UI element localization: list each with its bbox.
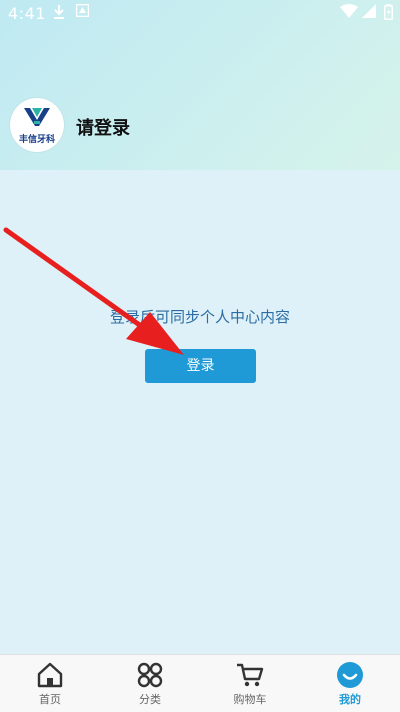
tab-home[interactable]: 首页	[0, 655, 100, 712]
download-icon	[54, 5, 64, 19]
tab-mine-label: 我的	[339, 693, 361, 706]
tab-cart-label: 购物车	[233, 693, 267, 706]
status-bar: 4:41	[0, 0, 400, 26]
status-time: 4:41	[8, 4, 46, 23]
tab-category-label: 分类	[139, 693, 161, 706]
avatar[interactable]: 丰信牙科	[10, 98, 64, 152]
category-icon	[137, 662, 163, 688]
cart-icon	[237, 663, 264, 687]
brand-logo-text: 丰信牙科	[18, 135, 55, 145]
battery-icon	[384, 4, 393, 20]
bottom-tab-bar: 首页 分类 购物车 我的	[0, 654, 400, 712]
profile-title[interactable]: 请登录	[76, 114, 130, 140]
tab-mine[interactable]: 我的	[300, 655, 400, 712]
signal-icon	[362, 4, 376, 18]
brand-logo-icon	[24, 108, 50, 126]
wifi-icon	[340, 4, 358, 18]
red-arrow-annotation-icon	[3, 227, 184, 355]
tab-cart[interactable]: 购物车	[200, 655, 300, 712]
tab-category[interactable]: 分类	[100, 655, 200, 712]
profile-smile-icon	[337, 662, 363, 688]
tab-home-label: 首页	[39, 693, 61, 706]
notification-app-icon	[76, 4, 89, 17]
home-icon	[37, 662, 63, 688]
